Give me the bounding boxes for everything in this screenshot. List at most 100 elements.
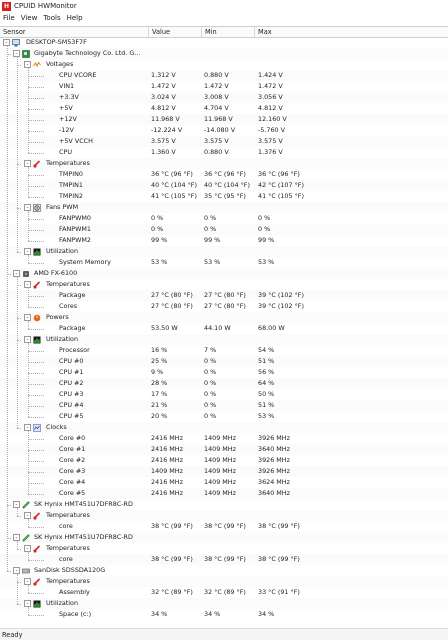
sensor-max: 50 %: [258, 390, 275, 398]
tree-node[interactable]: - Gigabyte Technology Co. Ltd. G...: [0, 48, 448, 59]
sensor-row[interactable]: Assembly 32 °C (89 °F) 32 °C (89 °F) 33 °C …: [0, 587, 448, 598]
tree-node[interactable]: - Utilization: [0, 246, 448, 257]
sensor-row[interactable]: core 38 °C (99 °F) 38 °C (99 °F) 38 °C (99 …: [0, 521, 448, 532]
expand-toggle[interactable]: -: [24, 336, 31, 343]
sensor-row[interactable]: -12V -12.224 V -14.080 V -5.760 V: [0, 125, 448, 136]
sensor-row[interactable]: Core #5 2416 MHz 1409 MHz 3640 MHz: [0, 488, 448, 499]
expand-toggle[interactable]: -: [24, 545, 31, 552]
tree-node[interactable]: - Voltages: [0, 59, 448, 70]
tree-branch-line: [27, 152, 44, 154]
sensor-row[interactable]: Processor 16 % 7 % 54 %: [0, 345, 448, 356]
title-bar: H CPUID HWMonitor: [0, 0, 448, 12]
sensor-name: Core #0: [59, 434, 86, 442]
sensor-name: Core #1: [59, 445, 86, 453]
sensor-row[interactable]: Core #0 2416 MHz 1409 MHz 3926 MHz: [0, 433, 448, 444]
sensor-row[interactable]: CPU #0 25 % 0 % 51 %: [0, 356, 448, 367]
sensor-name: Core #3: [59, 467, 86, 475]
sensor-row[interactable]: +3.3V 3.024 V 3.008 V 3.056 V: [0, 92, 448, 103]
expand-toggle[interactable]: -: [24, 204, 31, 211]
sensor-row[interactable]: FANPWM2 99 % 99 % 99 %: [0, 235, 448, 246]
tree-guide-line: [27, 255, 29, 263]
sensor-row[interactable]: Cores 27 °C (80 °F) 27 °C (80 °F) 39 °C (10…: [0, 301, 448, 312]
sensor-row[interactable]: Core #1 2416 MHz 1409 MHz 3640 MHz: [0, 444, 448, 455]
tree-node[interactable]: - SK Hynix HMT451U7DFR8C-RD: [0, 499, 448, 510]
tree-node[interactable]: - Temperatures: [0, 543, 448, 554]
sensor-row[interactable]: System Memory 53 % 53 % 53 %: [0, 257, 448, 268]
sensor-max: 3.056 V: [258, 93, 283, 101]
column-min[interactable]: Min: [202, 27, 255, 37]
sensor-row[interactable]: +5V VCCH 3.575 V 3.575 V 3.575 V: [0, 136, 448, 147]
tree-node[interactable]: - Utilization: [0, 334, 448, 345]
sensor-row[interactable]: core 38 °C (99 °F) 38 °C (99 °F) 38 °C (99 …: [0, 554, 448, 565]
column-value[interactable]: Value: [149, 27, 202, 37]
tree-node[interactable]: - DESKTOP-SM53F7F: [0, 37, 448, 48]
tree-node[interactable]: - Fans PWM: [0, 202, 448, 213]
sensor-row[interactable]: FANPWM1 0 % 0 % 0 %: [0, 224, 448, 235]
tree-node[interactable]: - Temperatures: [0, 158, 448, 169]
tree-guide-line: [27, 552, 29, 560]
menu-view[interactable]: View: [18, 14, 41, 22]
sensor-row[interactable]: CPU 1.360 V 0.880 V 1.376 V: [0, 147, 448, 158]
tree-branch-line: [16, 548, 21, 550]
sensor-row[interactable]: FANPWM0 0 % 0 % 0 %: [0, 213, 448, 224]
expand-toggle[interactable]: -: [24, 314, 31, 321]
sensor-row[interactable]: Package 27 °C (80 °F) 27 °C (80 °F) 39 °C (…: [0, 290, 448, 301]
expand-toggle[interactable]: -: [13, 501, 20, 508]
tree-node[interactable]: - Utilization: [0, 598, 448, 609]
expand-toggle[interactable]: -: [3, 39, 10, 46]
sensor-row[interactable]: TMPIN2 41 °C (105 °F) 35 °C (95 °F) 41 °C (…: [0, 191, 448, 202]
sensor-row[interactable]: CPU VCORE 1.312 V 0.880 V 1.424 V: [0, 70, 448, 81]
sensor-row[interactable]: +5V 4.812 V 4.704 V 4.812 V: [0, 103, 448, 114]
expand-toggle[interactable]: -: [24, 578, 31, 585]
memory-icon: [22, 533, 30, 542]
expand-toggle[interactable]: -: [13, 534, 20, 541]
expand-toggle[interactable]: -: [24, 600, 31, 607]
sensor-row[interactable]: CPU #4 21 % 0 % 51 %: [0, 400, 448, 411]
tree-branch-line: [27, 405, 44, 407]
sensor-max: 0 %: [258, 225, 271, 233]
tree-guide-line: [16, 57, 18, 252]
tree-branch-line: [16, 251, 21, 253]
sensor-max: 3926 MHz: [258, 467, 290, 475]
tree-node[interactable]: - SanDisk SDSSDA120G: [0, 565, 448, 576]
tree-node[interactable]: - AMD FX-6100: [0, 268, 448, 279]
sensor-row[interactable]: CPU #3 17 % 0 % 50 %: [0, 389, 448, 400]
sensor-row[interactable]: +12V 11.968 V 11.968 V 12.160 V: [0, 114, 448, 125]
sensor-row[interactable]: Space (c:) 34 % 34 % 34 %: [0, 609, 448, 620]
tree-node[interactable]: - Temperatures: [0, 576, 448, 587]
column-sensor[interactable]: Sensor: [0, 27, 149, 37]
tree-guide-line: [16, 277, 18, 428]
tree-branch-line: [27, 493, 44, 495]
expand-toggle[interactable]: -: [24, 160, 31, 167]
expand-toggle[interactable]: -: [24, 512, 31, 519]
expand-toggle[interactable]: -: [24, 248, 31, 255]
sensor-max: 34 %: [258, 610, 275, 618]
tree-branch-line: [27, 75, 44, 77]
tree-node[interactable]: - Temperatures: [0, 279, 448, 290]
expand-toggle[interactable]: -: [13, 50, 20, 57]
expand-toggle[interactable]: -: [24, 61, 31, 68]
sensor-max: 33 °C (91 °F): [258, 588, 300, 596]
sensor-row[interactable]: CPU #5 20 % 0 % 53 %: [0, 411, 448, 422]
tree-node[interactable]: - Powers: [0, 312, 448, 323]
sensor-row[interactable]: CPU #2 28 % 0 % 64 %: [0, 378, 448, 389]
tree-node[interactable]: - SK Hynix HMT451U7DFR8C-RD: [0, 532, 448, 543]
column-max[interactable]: Max: [255, 27, 448, 37]
expand-toggle[interactable]: -: [24, 281, 31, 288]
expand-toggle[interactable]: -: [13, 567, 20, 574]
menu-tools[interactable]: Tools: [40, 14, 63, 22]
expand-toggle[interactable]: -: [13, 270, 20, 277]
sensor-row[interactable]: Core #2 2416 MHz 1409 MHz 3926 MHz: [0, 455, 448, 466]
sensor-row[interactable]: TMPIN0 36 °C (96 °F) 36 °C (96 °F) 36 °C (9…: [0, 169, 448, 180]
sensor-row[interactable]: Core #3 1409 MHz 1409 MHz 3926 MHz: [0, 466, 448, 477]
sensor-row[interactable]: Package 53.50 W 44.10 W 68.00 W: [0, 323, 448, 334]
menu-help[interactable]: Help: [64, 14, 86, 22]
sensor-row[interactable]: Core #4 2416 MHz 1409 MHz 3624 MHz: [0, 477, 448, 488]
sensor-row[interactable]: TMPIN1 40 °C (104 °F) 40 °C (104 °F) 42 °C …: [0, 180, 448, 191]
expand-toggle[interactable]: -: [24, 424, 31, 431]
tree-node[interactable]: - Temperatures: [0, 510, 448, 521]
menu-file[interactable]: File: [0, 14, 18, 22]
sensor-row[interactable]: VIN1 1.472 V 1.472 V 1.472 V: [0, 81, 448, 92]
sensor-row[interactable]: CPU #1 9 % 0 % 56 %: [0, 367, 448, 378]
tree-node[interactable]: - Clocks: [0, 422, 448, 433]
